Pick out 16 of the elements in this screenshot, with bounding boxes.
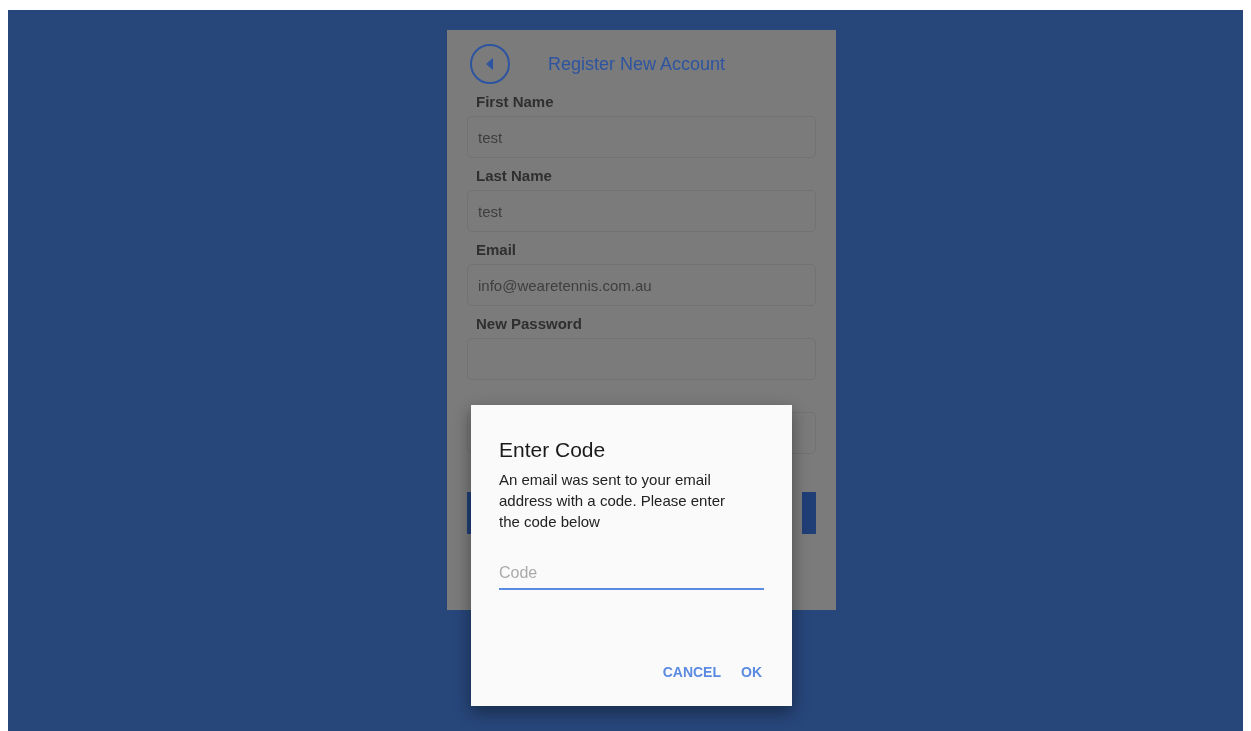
dialog-message: An email was sent to your email address with a code. Please enter the code below: [499, 470, 726, 532]
back-button[interactable]: [470, 44, 510, 84]
field-label: New Password: [476, 314, 583, 334]
button-edge[interactable]: [802, 492, 816, 534]
input-field[interactable]: test: [467, 116, 816, 158]
input-field[interactable]: test: [467, 190, 816, 232]
code-field[interactable]: Code: [499, 558, 764, 590]
input-field[interactable]: info@wearetennis.com.au: [467, 264, 816, 306]
field-label: Last Name: [476, 166, 553, 186]
dialog-button[interactable]: CANCEL: [652, 660, 723, 684]
dialog-button[interactable]: OK: [731, 660, 764, 684]
dialog-title: Enter Code: [499, 437, 607, 463]
back-icon: [485, 58, 495, 70]
field-label: First Name: [476, 92, 555, 112]
screen-title: Register New Account: [548, 53, 726, 75]
field-label: Email: [476, 240, 518, 260]
